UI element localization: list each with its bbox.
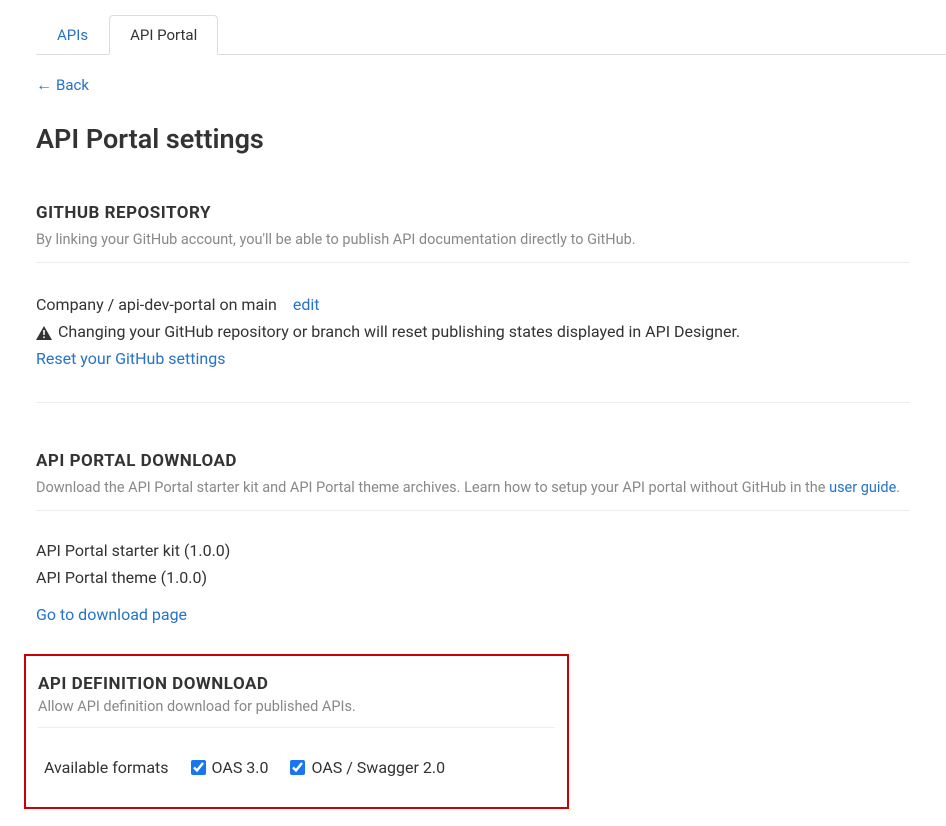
- repo-text: Company / api-dev-portal on main: [36, 295, 277, 314]
- reset-github-link[interactable]: Reset your GitHub settings: [36, 349, 225, 368]
- swagger2-label: OAS / Swagger 2.0: [311, 758, 445, 777]
- warning-text: Changing your GitHub repository or branc…: [58, 322, 740, 341]
- tab-api-portal[interactable]: API Portal: [109, 15, 218, 55]
- divider: [36, 510, 910, 511]
- oas3-group: OAS 3.0: [191, 758, 269, 777]
- repo-line: Company / api-dev-portal on main edit: [36, 295, 910, 314]
- divider: [36, 262, 910, 263]
- user-guide-link[interactable]: user guide: [829, 479, 896, 496]
- tabs-bar: APIs API Portal: [36, 14, 946, 55]
- download-desc: Download the API Portal starter kit and …: [36, 479, 910, 496]
- divider: [38, 727, 555, 728]
- definition-section: API DEFINITION DOWNLOAD Allow API defini…: [24, 654, 569, 809]
- oas3-label: OAS 3.0: [212, 758, 269, 777]
- oas3-checkbox[interactable]: [191, 760, 206, 775]
- download-desc-suffix: .: [896, 479, 900, 496]
- download-title: API PORTAL DOWNLOAD: [36, 451, 910, 471]
- arrow-left-icon: ←: [36, 75, 52, 95]
- back-label: Back: [56, 76, 89, 94]
- swagger2-checkbox[interactable]: [290, 760, 305, 775]
- github-section: GITHUB REPOSITORY By linking your GitHub…: [36, 203, 910, 403]
- warning-icon: [36, 325, 52, 339]
- swagger2-group: OAS / Swagger 2.0: [290, 758, 445, 777]
- definition-desc: Allow API definition download for publis…: [38, 698, 555, 715]
- download-page-link[interactable]: Go to download page: [36, 605, 187, 624]
- page-title: API Portal settings: [36, 123, 910, 155]
- github-title: GITHUB REPOSITORY: [36, 203, 910, 223]
- download-list: API Portal starter kit (1.0.0) API Porta…: [36, 537, 910, 591]
- content: ← Back API Portal settings GITHUB REPOSI…: [0, 55, 946, 809]
- download-desc-prefix: Download the API Portal starter kit and …: [36, 479, 829, 496]
- definition-title: API DEFINITION DOWNLOAD: [38, 674, 555, 694]
- starter-kit-label: API Portal starter kit (1.0.0): [36, 537, 910, 564]
- download-section: API PORTAL DOWNLOAD Download the API Por…: [36, 451, 910, 624]
- warning-line: Changing your GitHub repository or branc…: [36, 322, 910, 341]
- divider: [36, 402, 910, 403]
- formats-label: Available formats: [44, 758, 169, 777]
- tab-apis[interactable]: APIs: [36, 15, 109, 55]
- edit-link[interactable]: edit: [293, 295, 320, 314]
- back-link[interactable]: ← Back: [36, 75, 89, 95]
- theme-label: API Portal theme (1.0.0): [36, 564, 910, 591]
- formats-row: Available formats OAS 3.0 OAS / Swagger …: [38, 758, 555, 777]
- github-desc: By linking your GitHub account, you'll b…: [36, 231, 910, 248]
